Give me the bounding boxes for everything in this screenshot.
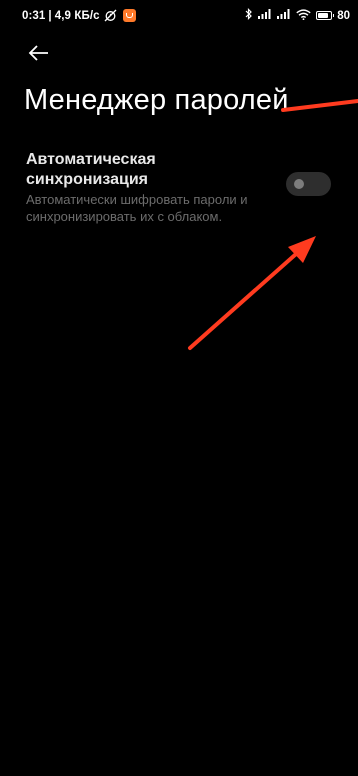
status-bar: 0:31 | 4,9 КБ/с 80 bbox=[0, 0, 358, 34]
status-bar-left: 0:31 | 4,9 КБ/с bbox=[22, 9, 136, 22]
status-separator: | bbox=[48, 9, 52, 22]
setting-description: Автоматически шифровать пароли и синхрон… bbox=[26, 192, 248, 224]
bluetooth-icon bbox=[245, 8, 253, 23]
annotation-arrow-toggle bbox=[188, 236, 316, 350]
status-network-speed: 4,9 КБ/с bbox=[54, 9, 100, 22]
alarm-off-icon bbox=[104, 9, 117, 22]
battery-fill bbox=[318, 13, 328, 18]
status-time: 0:31 bbox=[22, 9, 46, 22]
battery-icon bbox=[316, 11, 335, 20]
annotation-arrow-title bbox=[281, 99, 358, 112]
back-button[interactable] bbox=[26, 42, 52, 64]
page-title: Менеджер паролей bbox=[24, 84, 289, 116]
arrow-left-icon bbox=[28, 45, 48, 61]
toggle-knob bbox=[294, 179, 304, 189]
signal-sim2-icon bbox=[277, 9, 291, 22]
setting-title: Автоматическая синхронизация bbox=[26, 151, 156, 188]
app-notification-icon bbox=[122, 9, 136, 22]
auto-sync-setting-row[interactable]: Автоматическая синхронизация Автоматичес… bbox=[0, 146, 358, 230]
auto-sync-toggle[interactable] bbox=[286, 172, 331, 196]
battery-percent: 80 bbox=[337, 9, 350, 22]
signal-sim1-icon bbox=[258, 9, 272, 22]
wifi-icon bbox=[296, 8, 311, 23]
status-bar-right: 80 bbox=[245, 8, 350, 23]
